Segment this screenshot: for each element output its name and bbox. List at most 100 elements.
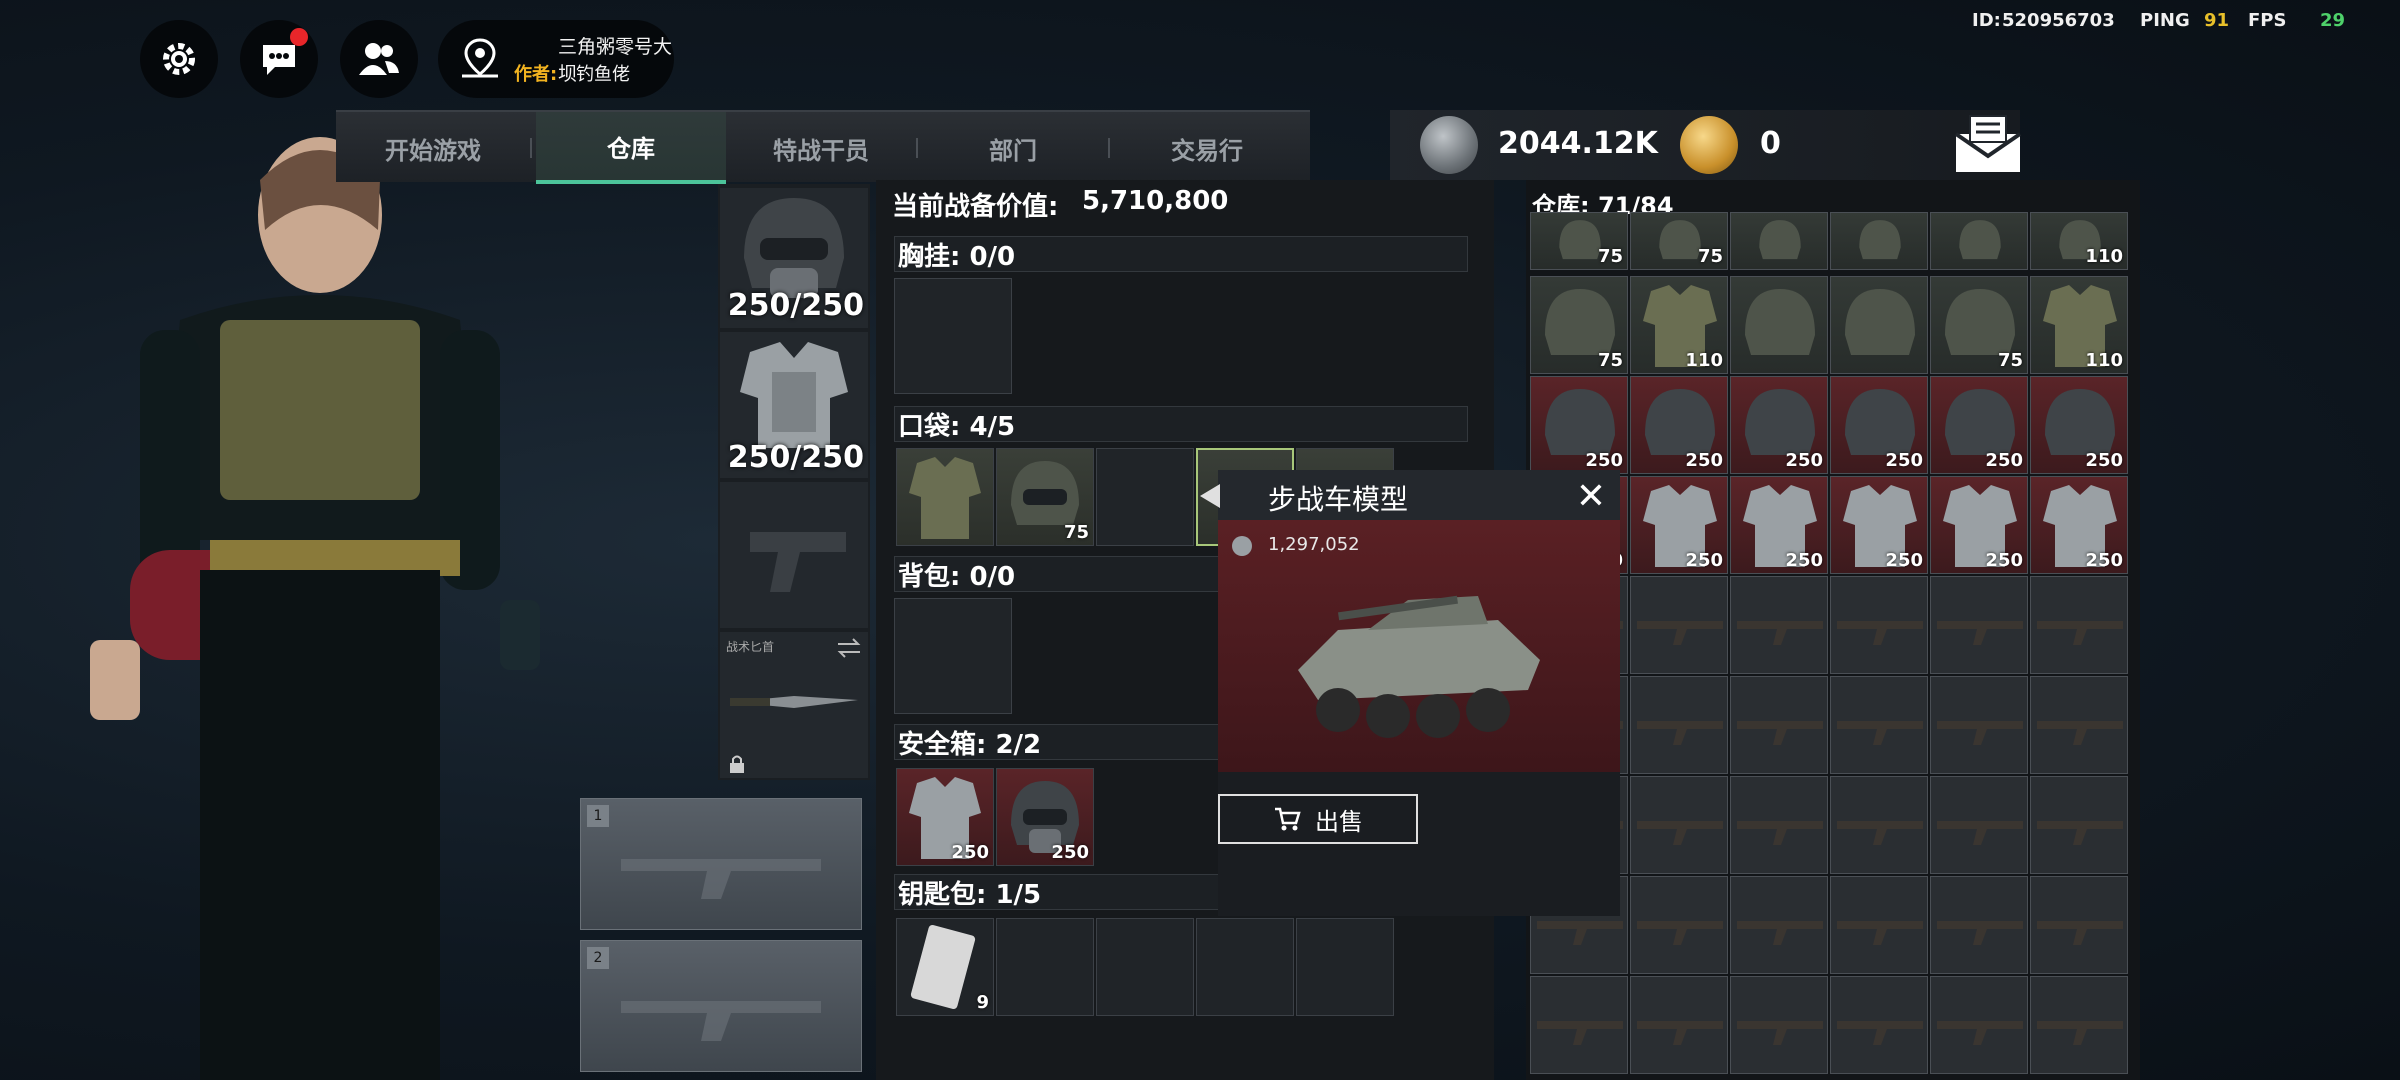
warehouse-item[interactable]: 250 bbox=[1930, 376, 2028, 474]
pocket-slot[interactable] bbox=[896, 448, 994, 546]
tab-start-game[interactable]: 开始游戏 bbox=[336, 112, 530, 184]
chat-button[interactable] bbox=[240, 20, 318, 98]
warehouse-item[interactable]: 250 bbox=[1830, 376, 1928, 474]
melee-slot[interactable]: 战术匕首 bbox=[720, 632, 868, 778]
warehouse-item[interactable]: 250 bbox=[1930, 476, 2028, 574]
mail-icon[interactable] bbox=[1952, 112, 2024, 174]
map-pin-icon bbox=[462, 38, 498, 78]
warehouse-item[interactable] bbox=[2030, 576, 2128, 674]
warehouse-item[interactable] bbox=[2030, 676, 2128, 774]
key-bag-slot[interactable]: 9 bbox=[896, 918, 994, 1016]
warehouse-item[interactable] bbox=[1930, 576, 2028, 674]
rifle-icon bbox=[1937, 821, 2023, 845]
warehouse-item[interactable] bbox=[1730, 212, 1828, 270]
key-bag-slot[interactable] bbox=[1096, 918, 1194, 1016]
warehouse-item[interactable] bbox=[1630, 576, 1728, 674]
popup-header: 步战车模型 ✕ bbox=[1218, 470, 1620, 520]
sell-button[interactable]: 出售 bbox=[1218, 794, 1418, 844]
warehouse-item[interactable] bbox=[1830, 676, 1928, 774]
warehouse-item[interactable] bbox=[1730, 576, 1828, 674]
lock-icon bbox=[730, 755, 744, 773]
warehouse-item[interactable] bbox=[2030, 876, 2128, 974]
warehouse-item[interactable] bbox=[1630, 876, 1728, 974]
fps-label: FPS bbox=[2248, 10, 2287, 31]
warehouse-item[interactable]: 250 bbox=[2030, 376, 2128, 474]
warehouse-item[interactable]: 250 bbox=[1730, 476, 1828, 574]
pistol-slot[interactable] bbox=[720, 482, 868, 628]
item-count: 250 bbox=[1685, 450, 1723, 471]
pocket-slot[interactable] bbox=[1096, 448, 1194, 546]
warehouse-item[interactable]: 75 bbox=[1930, 276, 2028, 374]
tab-operators[interactable]: 特战干员 bbox=[726, 112, 916, 184]
rifle-icon bbox=[2037, 921, 2123, 945]
silver-coin-icon bbox=[1232, 536, 1252, 556]
melee-label: 战术匕首 bbox=[726, 640, 775, 654]
warehouse-item[interactable]: 110 bbox=[2030, 276, 2128, 374]
item-count: 250 bbox=[1685, 550, 1723, 571]
warehouse-item[interactable] bbox=[1830, 576, 1928, 674]
warehouse-item[interactable] bbox=[1830, 212, 1928, 270]
warehouse-item[interactable]: 250 bbox=[1630, 376, 1728, 474]
key-bag-slot[interactable] bbox=[1196, 918, 1294, 1016]
rifle-icon bbox=[2037, 1021, 2123, 1045]
key-bag-slot[interactable] bbox=[1296, 918, 1394, 1016]
friends-button[interactable] bbox=[340, 20, 418, 98]
pocket-slot[interactable]: 75 bbox=[996, 448, 1094, 546]
warehouse-item[interactable] bbox=[1730, 276, 1828, 374]
warehouse-item[interactable]: 75 bbox=[1630, 212, 1728, 270]
safe-box-slot[interactable]: 250 bbox=[996, 768, 1094, 866]
popup-price: 1,297,052 bbox=[1268, 534, 1360, 555]
rifle-silhouette-icon bbox=[621, 859, 821, 899]
warehouse-item[interactable] bbox=[2030, 776, 2128, 874]
warehouse-item[interactable] bbox=[1730, 976, 1828, 1074]
close-icon[interactable]: ✕ bbox=[1576, 476, 1606, 517]
helmet-durability: 250/250 bbox=[727, 288, 864, 323]
warehouse-item[interactable] bbox=[1830, 776, 1928, 874]
warehouse-item[interactable] bbox=[1930, 676, 2028, 774]
warehouse-item[interactable]: 250 bbox=[1630, 476, 1728, 574]
item-count: 250 bbox=[1585, 450, 1623, 471]
key-bag-slot[interactable] bbox=[996, 918, 1094, 1016]
warehouse-item[interactable] bbox=[1730, 676, 1828, 774]
chest-rig-slot[interactable] bbox=[894, 278, 1012, 394]
warehouse-item[interactable] bbox=[1630, 776, 1728, 874]
tab-department[interactable]: 部门 bbox=[918, 112, 1108, 184]
warehouse-item[interactable] bbox=[1930, 976, 2028, 1074]
warehouse-item[interactable] bbox=[1730, 876, 1828, 974]
warehouse-item[interactable]: 250 bbox=[2030, 476, 2128, 574]
vest-icon bbox=[909, 457, 981, 539]
map-info[interactable]: 三角粥零号大坝 作者: 钓鱼佬 bbox=[438, 20, 674, 98]
warehouse-item[interactable]: 110 bbox=[1630, 276, 1728, 374]
rifle-icon bbox=[1637, 721, 1723, 745]
warehouse-item[interactable]: 75 bbox=[1530, 276, 1628, 374]
warehouse-item[interactable]: 75 bbox=[1530, 212, 1628, 270]
warehouse-item[interactable] bbox=[1630, 676, 1728, 774]
item-count: 250 bbox=[2085, 550, 2123, 571]
warehouse-item[interactable]: 110 bbox=[2030, 212, 2128, 270]
rifle-icon bbox=[1937, 721, 2023, 745]
warehouse-item[interactable] bbox=[2030, 976, 2128, 1074]
warehouse-item[interactable]: 250 bbox=[1730, 376, 1828, 474]
tab-market[interactable]: 交易行 bbox=[1110, 112, 1304, 184]
warehouse-item[interactable] bbox=[1730, 776, 1828, 874]
settings-button[interactable] bbox=[140, 20, 218, 98]
armor-slot[interactable]: 250/250 bbox=[720, 332, 868, 478]
safe-box-slot[interactable]: 250 bbox=[896, 768, 994, 866]
swap-icon[interactable] bbox=[836, 638, 862, 658]
helmet-slot[interactable]: 250/250 bbox=[720, 188, 868, 328]
warehouse-item[interactable] bbox=[1830, 876, 1928, 974]
warehouse-item[interactable] bbox=[1930, 212, 2028, 270]
warehouse-item[interactable]: 250 bbox=[1530, 376, 1628, 474]
warehouse-item[interactable] bbox=[1930, 776, 2028, 874]
popup-pointer-icon bbox=[1200, 484, 1220, 508]
tab-warehouse[interactable]: 仓库 bbox=[536, 112, 726, 184]
weapon-slot-2[interactable]: 2 bbox=[580, 940, 862, 1072]
backpack-slot[interactable] bbox=[894, 598, 1012, 714]
warehouse-item[interactable] bbox=[1830, 276, 1928, 374]
warehouse-item[interactable]: 250 bbox=[1830, 476, 1928, 574]
warehouse-item[interactable] bbox=[1530, 976, 1628, 1074]
warehouse-item[interactable] bbox=[1830, 976, 1928, 1074]
warehouse-item[interactable] bbox=[1930, 876, 2028, 974]
warehouse-item[interactable] bbox=[1630, 976, 1728, 1074]
weapon-slot-1[interactable]: 1 bbox=[580, 798, 862, 930]
